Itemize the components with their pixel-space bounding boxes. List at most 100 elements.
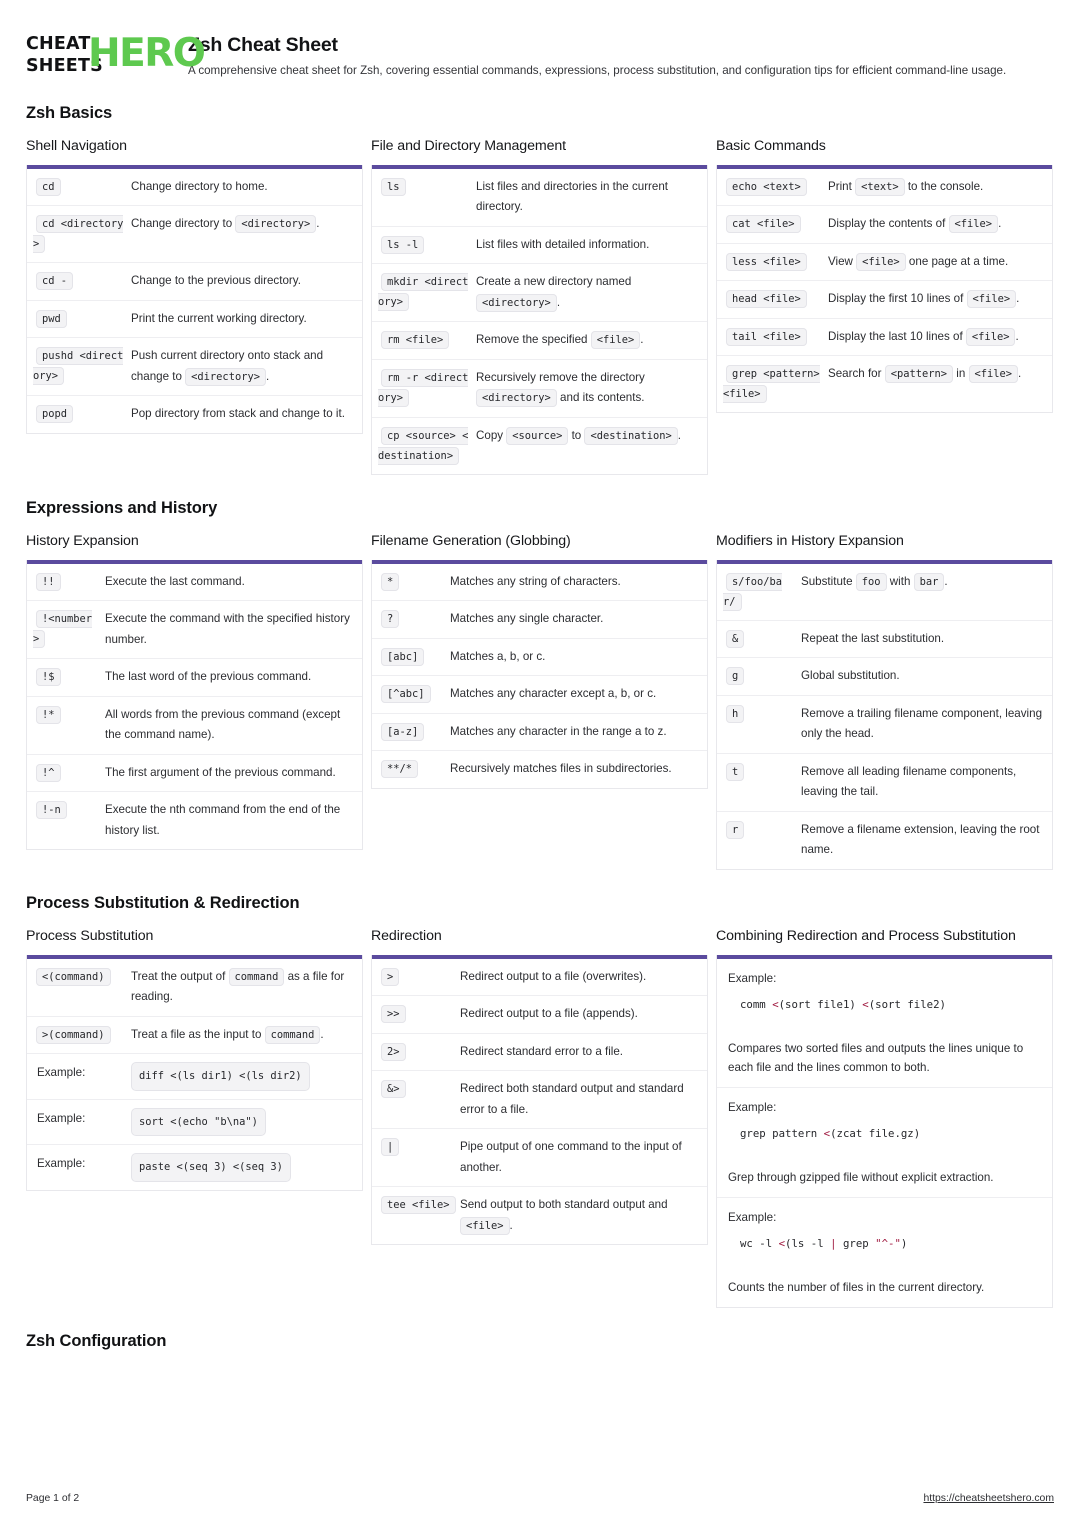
table-row: ls List files and directories in the curr… [372, 169, 707, 227]
code-chip: popd [36, 405, 74, 423]
table-row: pushd <directory> Push current directory … [27, 338, 362, 396]
card-title-file-directory: File and Directory Management [371, 137, 567, 154]
row-desc: Pipe output of one command to the input … [460, 1140, 682, 1174]
row-key: Example: [37, 1157, 86, 1170]
header-text: Zsh Cheat Sheet A comprehensive cheat sh… [188, 30, 1006, 80]
example-code: comm <(sort file1) <(sort file2) [740, 997, 946, 1011]
grid-zsh-basics: Shell Navigation cd Change directory to h… [26, 137, 1054, 475]
row-desc: Redirect output to a file (overwrites). [460, 969, 647, 983]
table-row: echo <text> Print <text> to the console. [717, 169, 1052, 206]
row-key: cp <source> <destination> [378, 426, 476, 466]
table-row: * Matches any string of characters. [372, 564, 707, 601]
row-desc: All words from the previous command (exc… [105, 707, 341, 742]
row-desc: Print <text> to the console. [828, 177, 1043, 198]
row-key: >> [378, 1004, 460, 1025]
card-redirection: > Redirect output to a file (overwrites).… [371, 954, 708, 1245]
code-chip: <file> [948, 215, 999, 233]
row-key: pwd [33, 309, 131, 330]
table-row: cd <directory> Change directory to <direc… [27, 206, 362, 263]
code-chip: cat <file> [726, 215, 801, 233]
card-title-process-substitution: Process Substitution [26, 927, 154, 944]
code-chip: * [381, 572, 400, 591]
code-chip: h [726, 704, 745, 723]
row-desc: sort <(echo "b\na") [131, 1107, 353, 1136]
table-row: t Remove all leading filename components,… [717, 754, 1052, 812]
example-desc: Counts the number of files in the curren… [728, 1280, 985, 1294]
example-block: Example: comm <(sort file1) <(sort file2… [717, 959, 1052, 1088]
row-key: g [723, 666, 801, 687]
row-desc: Remove a trailing filename component, le… [801, 706, 1043, 741]
table-row: cat <file> Display the contents of <file>… [717, 206, 1052, 244]
row-key: ls [378, 177, 476, 218]
row-desc: Copy <source> to <destination>. [476, 426, 698, 466]
row-key: cd - [33, 271, 131, 292]
page-footer: Page 1 of 2 https://cheatsheetshero.com [26, 1493, 1054, 1504]
row-desc: Print the current working directory. [131, 311, 307, 325]
table-row: cd Change directory to home. [27, 169, 362, 206]
table-row: s/foo/bar/Substitute foo with bar. [717, 564, 1052, 621]
row-desc: Create a new directory named <directory>… [476, 272, 698, 313]
code-chip: cd - [36, 272, 74, 290]
page-title: Zsh Cheat Sheet [188, 34, 338, 56]
row-desc: Redirect both standard output and standa… [460, 1082, 684, 1116]
code-chip: <file> [968, 365, 1019, 383]
row-desc: Push current directory onto stack and ch… [131, 346, 353, 387]
table-row: rm -r <directory> Recursively remove the … [372, 360, 707, 418]
card-modifiers: s/foo/bar/Substitute foo with bar. & Repe… [716, 559, 1053, 870]
table-row: cd - Change to the previous directory. [27, 263, 362, 301]
code-chip: <directory> [185, 367, 266, 386]
row-key: cat <file> [723, 214, 828, 235]
site-url-link[interactable]: https://cheatsheetshero.com [923, 1493, 1054, 1504]
row-key: grep <pattern> <file> [723, 364, 828, 404]
table-row: Example: paste <(seq 3) <(seq 3) [27, 1145, 362, 1190]
table-row: > Redirect output to a file (overwrites). [372, 959, 707, 996]
table-row: cp <source> <destination> Copy <source> t… [372, 418, 707, 474]
code-chip: head <file> [726, 290, 807, 308]
code-chip: command [228, 967, 285, 986]
table-row: ls -l List files with detailed informatio… [372, 227, 707, 264]
column-file-directory: File and Directory Management ls List fil… [371, 137, 708, 475]
code-chip: > [381, 967, 400, 986]
code-chip: <(command) [36, 967, 111, 986]
table-row: !$ The last word of the previous command. [27, 659, 362, 697]
example-label: Example: [728, 971, 777, 985]
code-chip: cd [36, 177, 61, 196]
row-key: less <file> [723, 252, 828, 273]
table-row: & Repeat the last substitution. [717, 621, 1052, 658]
row-key: pushd <directory> [33, 346, 131, 387]
row-key: **/* [378, 759, 450, 780]
row-key: !* [33, 705, 105, 746]
row-key: !^ [33, 763, 105, 784]
code-chip: diff <(ls dir1) <(ls dir2) [131, 1062, 310, 1091]
table-row: !^ The first argument of the previous com… [27, 755, 362, 792]
grid-expressions-history: History Expansion !! Execute the last com… [26, 532, 1054, 870]
code-chip: <pattern> [884, 365, 954, 383]
column-globbing: Filename Generation (Globbing) * Matches … [371, 532, 708, 789]
row-desc: List files and directories in the curren… [476, 179, 669, 214]
column-basic-commands: Basic Commands echo <text> Print <text> t… [716, 137, 1053, 413]
code-chip: rm <file> [381, 331, 450, 349]
row-key: Example: [37, 1111, 86, 1125]
table-row: >> Redirect output to a file (appends). [372, 996, 707, 1034]
row-key: rm <file> [378, 330, 476, 351]
column-history-expansion: History Expansion !! Execute the last com… [26, 532, 363, 850]
code-chip: & [726, 629, 745, 648]
row-key: t [723, 762, 801, 803]
row-desc: The first argument of the previous comma… [105, 765, 336, 779]
table-row: >(command) Treat a file as the input to c… [27, 1017, 362, 1054]
row-key: mkdir <directory> [378, 272, 476, 313]
row-desc: Recursively matches files in subdirector… [450, 762, 672, 775]
row-key: rm -r <directory> [378, 368, 476, 409]
code-chip: less <file> [726, 252, 807, 271]
row-desc: Treat the output of command as a file fo… [131, 967, 345, 1003]
code-chip: grep <pattern> <file> [723, 365, 820, 403]
table-row: less <file> View <file> one page at a tim… [717, 244, 1052, 281]
row-key: !-n [33, 800, 105, 841]
card-combining: Example: comm <(sort file1) <(sort file2… [716, 954, 1053, 1308]
code-chip: <directory> [476, 293, 557, 312]
example-code: grep pattern <(zcat file.gz) [740, 1126, 921, 1140]
code-chip: <directory> [235, 215, 317, 233]
brand-logo-hero: HERO [88, 31, 206, 76]
column-shell-navigation: Shell Navigation cd Change directory to h… [26, 137, 363, 434]
row-key: s/foo/bar/ [723, 572, 801, 612]
